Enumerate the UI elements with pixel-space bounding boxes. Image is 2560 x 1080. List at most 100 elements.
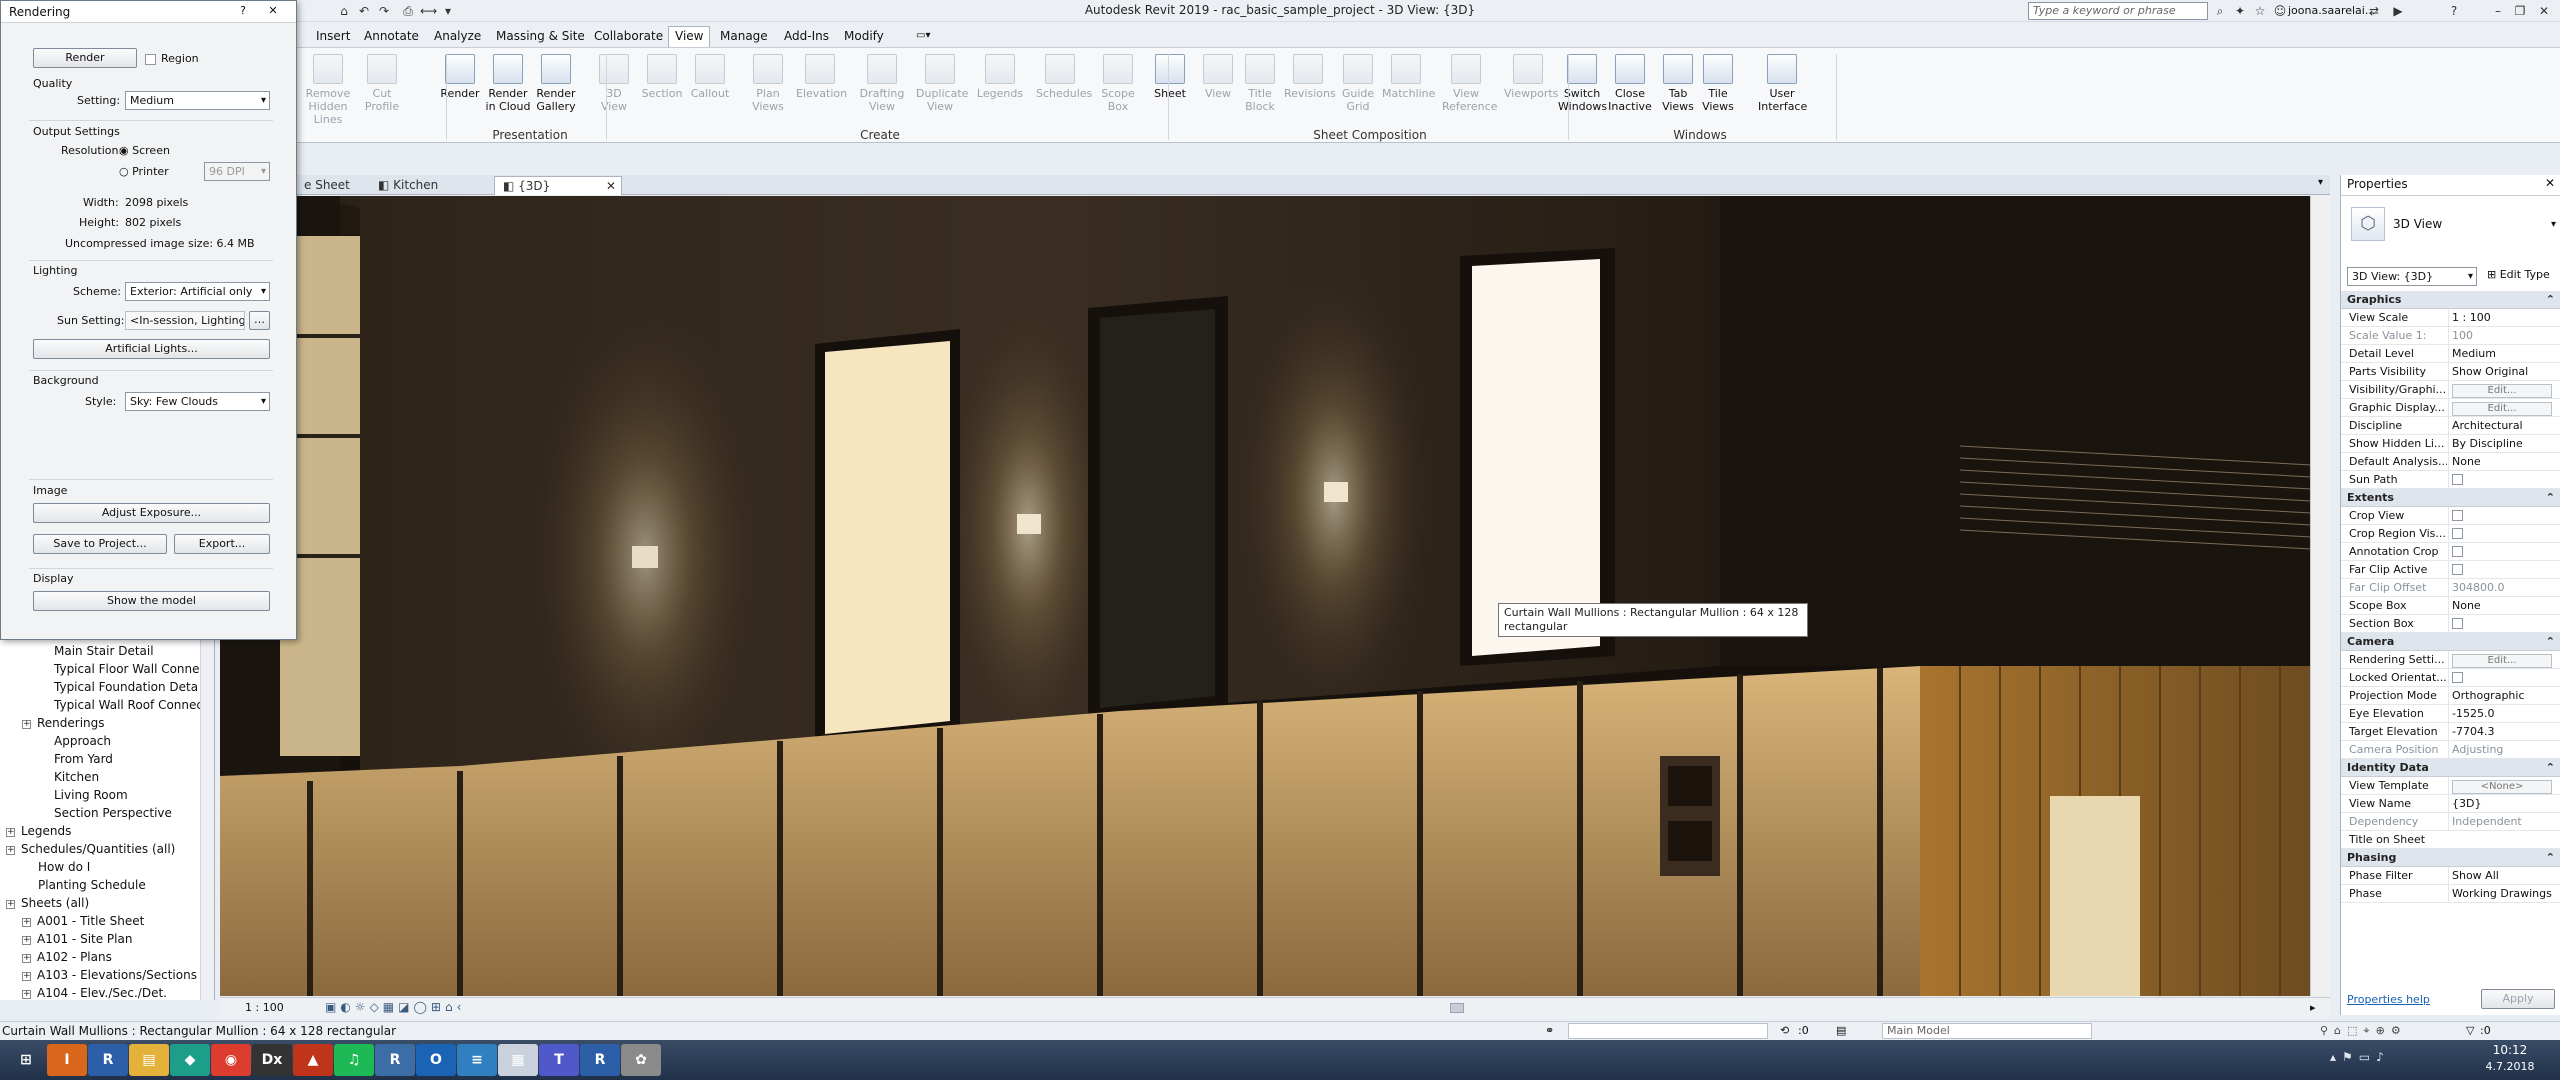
render-button[interactable]: Render: [33, 48, 137, 68]
browser-item[interactable]: Typical Foundation Deta: [0, 678, 198, 696]
expand-icon[interactable]: +: [22, 936, 31, 945]
quality-setting-select[interactable]: Medium: [125, 91, 270, 110]
browser-item[interactable]: + Sheets (all): [0, 894, 89, 912]
exchange-icon[interactable]: ⇄: [2366, 3, 2382, 19]
property-row[interactable]: Discipline Architectural: [2341, 417, 2560, 435]
app-icon[interactable]: ◆: [170, 1044, 210, 1076]
property-value[interactable]: By Discipline: [2448, 435, 2560, 453]
remove-hidden-lines-button[interactable]: Remove Hidden Lines: [304, 54, 352, 126]
property-value[interactable]: Working Drawings: [2448, 885, 2560, 903]
property-row[interactable]: Locked Orientat...: [2341, 669, 2560, 687]
property-edit-button[interactable]: Edit...: [2448, 381, 2560, 399]
property-row[interactable]: View Name {3D}: [2341, 795, 2560, 813]
search-input[interactable]: Type a keyword or phrase: [2028, 2, 2208, 20]
filter-icon[interactable]: ▽: [2466, 1022, 2474, 1040]
expand-icon[interactable]: +: [22, 972, 31, 981]
property-row[interactable]: Far Clip Offset 304800.0: [2341, 579, 2560, 597]
property-value[interactable]: Adjusting: [2448, 741, 2560, 759]
collapse-icon[interactable]: ⌃: [2546, 489, 2555, 507]
property-value[interactable]: 1 : 100: [2448, 309, 2560, 327]
property-checkbox[interactable]: [2448, 471, 2560, 489]
tab-annotate[interactable]: Annotate: [358, 27, 425, 45]
tray-icons[interactable]: ▴⚑▭♪: [2330, 1050, 2390, 1064]
browser-item[interactable]: From Yard: [0, 750, 113, 768]
elevation-button[interactable]: Elevation: [796, 54, 847, 100]
property-value[interactable]: Orthographic: [2448, 687, 2560, 705]
ribbon-options-icon[interactable]: ▭▾: [910, 27, 936, 45]
tab-insert[interactable]: Insert: [310, 27, 356, 45]
tab-massing-site[interactable]: Massing & Site: [490, 27, 591, 45]
communication-icon[interactable]: ☆: [2252, 3, 2268, 19]
view-tab-kitchen[interactable]: ◧ Kitchen: [370, 176, 446, 195]
explorer-icon[interactable]: ▤: [129, 1044, 169, 1076]
property-edit-button[interactable]: <None>: [2448, 777, 2560, 795]
property-row[interactable]: Rendering Setti... Edit...: [2341, 651, 2560, 669]
property-row[interactable]: Far Clip Active: [2341, 561, 2560, 579]
property-row[interactable]: Phase Working Drawings: [2341, 885, 2560, 903]
tab-analyze[interactable]: Analyze: [428, 27, 487, 45]
collapse-icon[interactable]: ⌃: [2546, 849, 2555, 867]
dx-icon[interactable]: Dx: [252, 1044, 292, 1076]
browser-item[interactable]: + Schedules/Quantities (all): [0, 840, 175, 858]
expand-icon[interactable]: +: [22, 720, 31, 729]
duplicate-view-button[interactable]: Duplicate View: [916, 54, 968, 113]
browser-item[interactable]: + A102 - Plans: [0, 948, 112, 966]
browser-item[interactable]: Main Stair Detail: [0, 642, 154, 660]
properties-section-header[interactable]: Phasing ⌃: [2341, 849, 2560, 867]
collapse-icon[interactable]: ⌃: [2546, 291, 2555, 309]
tab-view[interactable]: View: [668, 26, 711, 47]
close-inactive-button[interactable]: Close Inactive: [1606, 54, 1654, 113]
property-value[interactable]: Show All: [2448, 867, 2560, 885]
property-edit-button[interactable]: Edit...: [2448, 651, 2560, 669]
matchline-button[interactable]: Matchline: [1382, 54, 1435, 100]
section-button[interactable]: Section: [638, 54, 686, 100]
property-value[interactable]: Independent: [2448, 813, 2560, 831]
view-tab-sheet[interactable]: e Sheet: [296, 176, 358, 195]
checkbox[interactable]: [2452, 564, 2463, 575]
selection-options-icons[interactable]: ⚲⌂⬚⌖⊕⚙: [2320, 1022, 2407, 1040]
chrome-icon[interactable]: ◉: [211, 1044, 251, 1076]
revit-r-icon[interactable]: R: [580, 1044, 620, 1076]
property-row[interactable]: Detail Level Medium: [2341, 345, 2560, 363]
checkbox[interactable]: [2452, 546, 2463, 557]
expand-icon[interactable]: +: [22, 990, 31, 999]
property-row[interactable]: Target Elevation -7704.3: [2341, 723, 2560, 741]
type-dropdown-icon[interactable]: ▾: [2551, 219, 2556, 230]
checkbox[interactable]: [2452, 510, 2463, 521]
checkbox[interactable]: [2452, 474, 2463, 485]
design-options-icon[interactable]: ▤: [1836, 1022, 1846, 1040]
property-value[interactable]: -1525.0: [2448, 705, 2560, 723]
browser-item[interactable]: + Renderings: [0, 714, 105, 732]
property-checkbox[interactable]: [2448, 561, 2560, 579]
editing-requests-icon[interactable]: ⟲: [1780, 1022, 1789, 1040]
property-row[interactable]: Projection Mode Orthographic: [2341, 687, 2560, 705]
viewports-button[interactable]: Viewports: [1504, 54, 1558, 100]
browser-item[interactable]: Kitchen: [0, 768, 99, 786]
property-row[interactable]: Crop View: [2341, 507, 2560, 525]
view-scale[interactable]: 1 : 100: [245, 1001, 284, 1014]
cut-profile-button[interactable]: Cut Profile: [358, 54, 406, 113]
revit-2017-icon[interactable]: R: [375, 1044, 415, 1076]
collapse-icon[interactable]: ⌃: [2546, 633, 2555, 651]
property-row[interactable]: Parts Visibility Show Original: [2341, 363, 2560, 381]
property-row[interactable]: Show Hidden Li... By Discipline: [2341, 435, 2560, 453]
property-row[interactable]: Scale Value 1: 100: [2341, 327, 2560, 345]
user-interface-button[interactable]: User Interface: [1758, 54, 1807, 113]
artificial-lights-button[interactable]: Artificial Lights...: [33, 339, 270, 359]
browser-item[interactable]: Section Perspective: [0, 804, 172, 822]
active-workset-select[interactable]: [1568, 1023, 1768, 1039]
property-value[interactable]: 100: [2448, 327, 2560, 345]
properties-section-header[interactable]: Identity Data ⌃: [2341, 759, 2560, 777]
show-model-button[interactable]: Show the model: [33, 591, 270, 611]
property-value[interactable]: 304800.0: [2448, 579, 2560, 597]
worksharing-icon[interactable]: ⚭: [1545, 1022, 1554, 1040]
sun-setting-browse-button[interactable]: …: [249, 311, 270, 330]
properties-section-header[interactable]: Camera ⌃: [2341, 633, 2560, 651]
calculator-icon[interactable]: ▦: [498, 1044, 538, 1076]
drafting-view-button[interactable]: Drafting View: [858, 54, 906, 113]
save-to-project-button[interactable]: Save to Project...: [33, 534, 167, 554]
acrobat-icon[interactable]: ▲: [293, 1044, 333, 1076]
screen-radio[interactable]: ◉ Screen: [119, 144, 170, 157]
browser-item[interactable]: Living Room: [0, 786, 128, 804]
property-checkbox[interactable]: [2448, 507, 2560, 525]
